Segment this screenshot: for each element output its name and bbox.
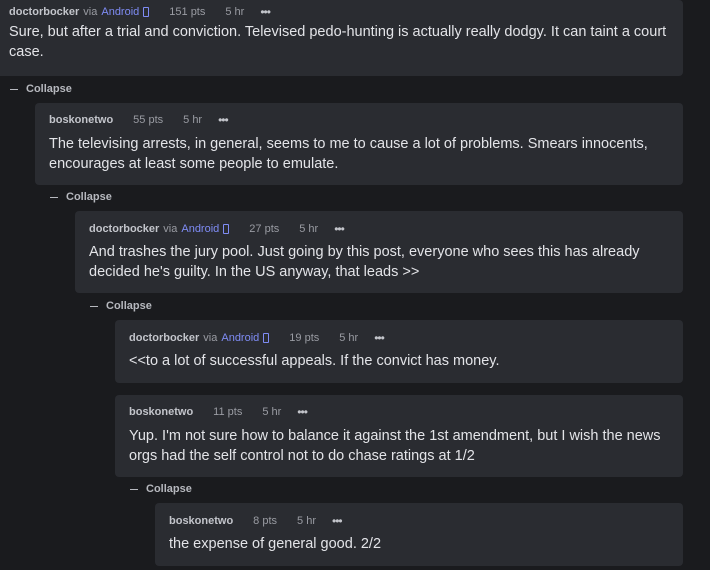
comment-meta: doctorbocker via Android 19 pts 5 hr ••• (129, 331, 385, 345)
points-label: 8 pts (253, 515, 278, 527)
timestamp: 5 hr (297, 515, 316, 527)
author-link[interactable]: boskonetwo (49, 114, 113, 126)
minus-icon (90, 305, 98, 307)
author-link[interactable]: doctorbocker (9, 6, 79, 18)
comment-card: boskonetwo 8 pts 5 hr ••• the expense of… (155, 503, 683, 566)
comment-text: Sure, but after a trial and conviction. … (9, 24, 667, 60)
client-link[interactable]: Android (181, 223, 219, 235)
comment-meta: doctorbocker via Android 151 pts 5 hr ••… (9, 5, 271, 19)
timestamp: 5 hr (262, 406, 282, 418)
author-link[interactable]: doctorbocker (129, 332, 199, 344)
minus-icon (50, 196, 58, 198)
more-options-icon[interactable]: ••• (297, 405, 308, 419)
via-label: via (163, 223, 178, 235)
comment-meta: doctorbocker via Android 27 pts 5 hr ••• (89, 222, 345, 236)
collapse-button[interactable]: Collapse (50, 191, 112, 203)
comment-meta: boskonetwo 11 pts 5 hr ••• (129, 405, 308, 419)
timestamp: 5 hr (299, 223, 319, 235)
points-label: 11 pts (213, 406, 243, 418)
collapse-label: Collapse (66, 191, 112, 203)
client-link[interactable]: Android (221, 332, 259, 344)
comment-card: boskonetwo 55 pts 5 hr ••• The televisin… (35, 103, 683, 185)
via-label: via (83, 6, 98, 18)
points-label: 55 pts (133, 114, 164, 126)
phone-icon (263, 333, 270, 343)
collapse-label: Collapse (106, 300, 152, 312)
via-label: via (203, 332, 218, 344)
comment-text: The televising arrests, in general, seem… (49, 136, 648, 172)
comment-card: doctorbocker via Android 19 pts 5 hr •••… (115, 320, 683, 383)
comment-text: <<to a lot of successful appeals. If the… (129, 353, 500, 369)
more-options-icon[interactable]: ••• (218, 113, 229, 127)
collapse-button[interactable]: Collapse (90, 300, 152, 312)
more-options-icon[interactable]: ••• (260, 5, 271, 19)
author-link[interactable]: boskonetwo (129, 406, 193, 418)
more-options-icon[interactable]: ••• (334, 222, 345, 236)
collapse-button[interactable]: Collapse (10, 83, 72, 95)
points-label: 27 pts (249, 223, 280, 235)
timestamp: 5 hr (339, 332, 359, 344)
comment-card: doctorbocker via Android 27 pts 5 hr •••… (75, 211, 683, 293)
phone-icon (143, 7, 150, 17)
points-label: 151 pts (169, 6, 206, 18)
author-link[interactable]: boskonetwo (169, 515, 233, 527)
comment-text: the expense of general good. 2/2 (169, 536, 382, 552)
comment-card: doctorbocker via Android 151 pts 5 hr ••… (0, 0, 683, 76)
points-label: 19 pts (289, 332, 320, 344)
collapse-button[interactable]: Collapse (130, 483, 192, 495)
more-options-icon[interactable]: ••• (332, 514, 343, 528)
minus-icon (130, 488, 138, 490)
comment-text: Yup. I'm not sure how to balance it agai… (129, 428, 661, 464)
collapse-label: Collapse (26, 83, 72, 95)
client-link[interactable]: Android (101, 6, 139, 18)
comment-text: And trashes the jury pool. Just going by… (89, 244, 640, 280)
comment-meta: boskonetwo 55 pts 5 hr ••• (49, 113, 229, 127)
comment-meta: boskonetwo 8 pts 5 hr ••• (169, 514, 343, 528)
timestamp: 5 hr (225, 6, 245, 18)
collapse-label: Collapse (146, 483, 192, 495)
phone-icon (223, 224, 230, 234)
timestamp: 5 hr (183, 114, 203, 126)
more-options-icon[interactable]: ••• (374, 331, 385, 345)
minus-icon (10, 88, 18, 90)
comment-card: boskonetwo 11 pts 5 hr ••• Yup. I'm not … (115, 395, 683, 477)
author-link[interactable]: doctorbocker (89, 223, 159, 235)
